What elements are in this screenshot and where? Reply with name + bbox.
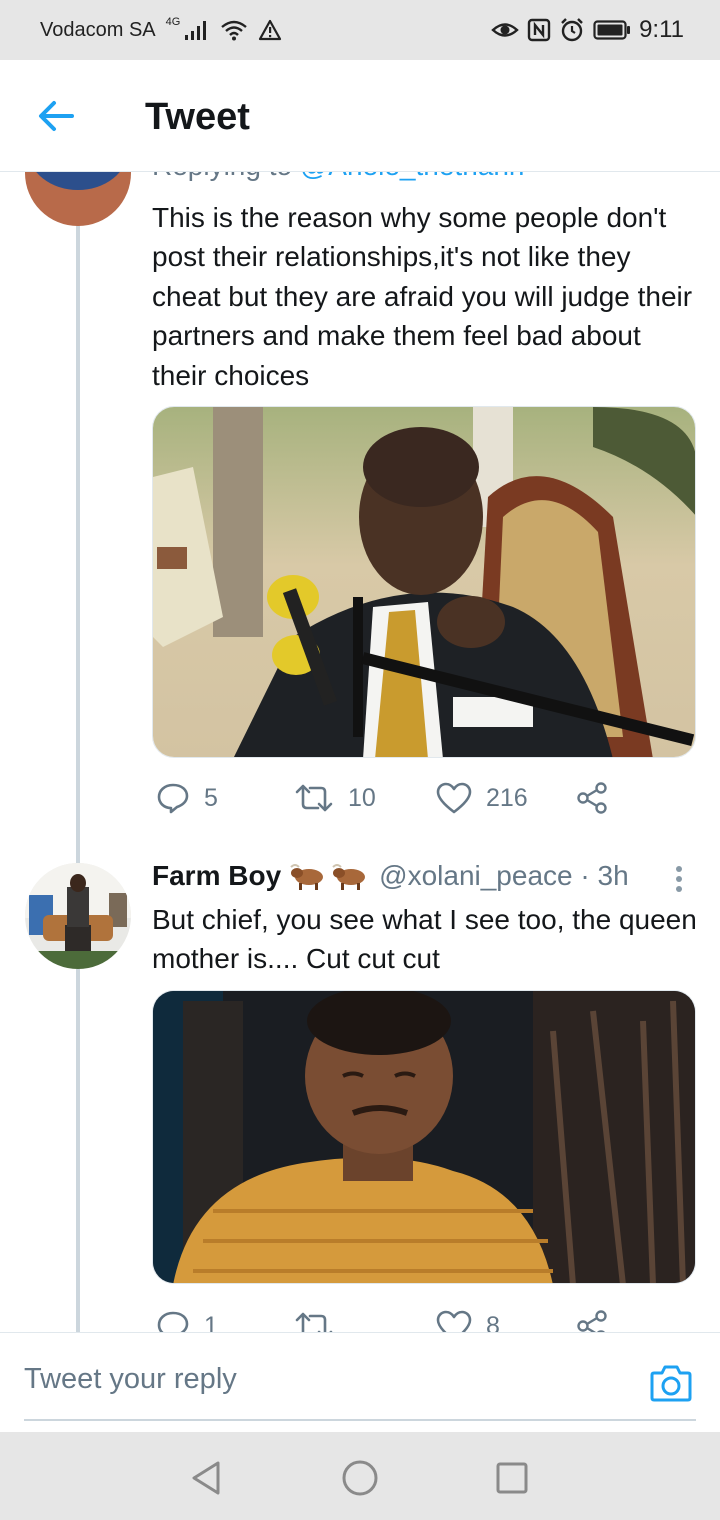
reply-count: 1: [204, 1311, 218, 1333]
signal-icon: [184, 19, 210, 41]
more-dot: [676, 886, 682, 892]
reply-compose-bar: [0, 1332, 720, 1432]
retweet-icon: [295, 784, 333, 812]
square-recents-icon: [496, 1462, 528, 1494]
status-bar: Vodacom SA 4G 9:11: [0, 0, 720, 60]
reply-mention-link[interactable]: @Anele_thethanri: [300, 172, 525, 181]
system-nav-bar: [0, 1432, 720, 1520]
circle-home-icon: [342, 1460, 378, 1496]
heart-icon: [436, 1310, 472, 1332]
more-options-button[interactable]: [667, 862, 691, 896]
heart-icon: [436, 782, 472, 814]
author-handle[interactable]: @xolani_peace: [379, 860, 572, 892]
retweet-icon: [295, 1312, 333, 1332]
reply-count: 5: [204, 783, 218, 812]
network-type: 4G: [165, 16, 181, 28]
retweet-button[interactable]: 10: [294, 782, 376, 814]
back-button[interactable]: [36, 96, 76, 136]
carrier-name: Vodacom SA: [40, 18, 156, 41]
status-left: Vodacom SA 4G: [40, 16, 282, 42]
reply-icon: [157, 783, 189, 814]
like-count: 8: [486, 1311, 500, 1333]
replying-to-label: Replying to: [152, 172, 292, 181]
share-icon: [577, 782, 607, 814]
reply-button[interactable]: 5: [156, 781, 218, 815]
clock-time: 9:11: [639, 16, 684, 43]
tweet-feed[interactable]: Replying to @Anele_thethanri This is the…: [0, 172, 720, 1332]
warning-icon: [258, 19, 282, 41]
nfc-icon: [527, 18, 551, 42]
wifi-icon: [220, 19, 248, 41]
battery-icon: [593, 19, 631, 41]
page-title: Tweet: [145, 96, 250, 138]
retweet-button[interactable]: [294, 1310, 348, 1332]
tweet-image[interactable]: [152, 990, 696, 1284]
app-header: Tweet: [0, 60, 720, 172]
meta-separator: ·: [572, 860, 598, 891]
tweet-image[interactable]: [152, 406, 696, 758]
tweet-author-line: Farm Boy @xolani_peace · 3h: [152, 860, 697, 892]
author-name[interactable]: Farm Boy: [152, 860, 281, 892]
avatar[interactable]: [25, 863, 131, 969]
like-button[interactable]: 216: [436, 782, 528, 814]
reply-button[interactable]: 1: [156, 1309, 218, 1332]
avatar[interactable]: [25, 172, 131, 226]
tweet-time: 3h: [597, 860, 629, 891]
tweet-text: But chief, you see what I see too, the q…: [152, 904, 697, 975]
nav-recents-button[interactable]: [492, 1458, 532, 1498]
camera-icon: [650, 1365, 692, 1402]
nav-back-button[interactable]: [186, 1458, 226, 1498]
share-icon: [577, 1310, 607, 1332]
alarm-icon: [559, 17, 585, 43]
tweet-actions: 1 8: [152, 1306, 622, 1332]
arrow-left-icon: [39, 101, 74, 131]
tweet-actions: 5 10 216: [152, 778, 622, 818]
more-dot: [676, 866, 682, 872]
retweet-count: 10: [348, 783, 376, 812]
reply-input[interactable]: [24, 1333, 696, 1421]
replying-to: Replying to @Anele_thethanri: [152, 172, 524, 182]
share-button[interactable]: [576, 781, 610, 815]
thread-line: [76, 224, 80, 1332]
nav-home-button[interactable]: [340, 1458, 380, 1498]
tweet-text: This is the reason why some people don't…: [152, 202, 693, 391]
status-right: 9:11: [491, 16, 684, 44]
reply-icon: [157, 1311, 189, 1332]
like-count: 216: [486, 783, 528, 812]
like-button[interactable]: 8: [436, 1310, 500, 1332]
triangle-back-icon: [192, 1461, 220, 1495]
more-dot: [676, 876, 682, 882]
camera-button[interactable]: [650, 1363, 692, 1403]
share-button[interactable]: [576, 1309, 610, 1332]
eye-icon: [491, 19, 519, 41]
ox-emoji-icon: [289, 861, 371, 891]
